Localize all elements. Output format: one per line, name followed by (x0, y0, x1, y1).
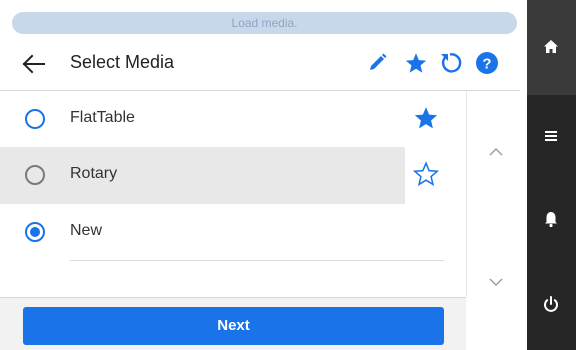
home-icon (544, 40, 558, 53)
next-button[interactable]: Next (23, 307, 444, 345)
star-icon (405, 53, 427, 73)
home-button[interactable] (539, 35, 563, 59)
chevron-down-icon[interactable] (489, 277, 503, 287)
menu-icon (545, 131, 557, 141)
chevron-up-icon[interactable] (489, 147, 503, 157)
list-item-new[interactable]: New (0, 204, 444, 261)
radio-unchecked-icon[interactable] (24, 164, 46, 186)
radio-unchecked-icon[interactable] (24, 108, 46, 130)
header: Select Media ? (0, 38, 520, 90)
svg-text:?: ? (482, 56, 491, 73)
notifications-button[interactable] (539, 207, 563, 231)
favorite-toggle[interactable] (405, 91, 444, 148)
back-button[interactable] (20, 51, 48, 77)
help-button[interactable]: ? (474, 50, 500, 76)
help-icon: ? (476, 52, 498, 74)
star-filled-icon (414, 107, 438, 129)
list-item-label: Rotary (70, 165, 118, 182)
list-item-rotary[interactable]: Rotary (0, 147, 444, 204)
status-message: Load media. (12, 12, 517, 34)
list-item-label: FlatTable (70, 109, 135, 126)
favorite-toggle[interactable] (405, 147, 444, 204)
scroll-controls (466, 91, 520, 297)
list-item-label: New (70, 222, 103, 239)
footer: Next (0, 297, 466, 350)
edit-button[interactable] (364, 50, 390, 76)
menu-button[interactable] (539, 124, 563, 148)
radio-checked-icon[interactable] (24, 221, 46, 243)
favorite-filter-button[interactable] (403, 50, 429, 76)
reset-button[interactable] (437, 50, 463, 76)
power-button[interactable] (539, 292, 563, 316)
row-divider (70, 260, 444, 261)
star-outline-icon (413, 161, 439, 186)
reset-icon (441, 53, 462, 73)
list-item-flattable[interactable]: FlatTable (0, 91, 444, 148)
page-title: Select Media (70, 52, 175, 72)
pencil-icon (370, 53, 387, 70)
bell-icon (545, 212, 557, 228)
sidebar (527, 0, 576, 350)
power-icon (544, 296, 558, 312)
media-list: FlatTable Rotary New (0, 91, 466, 297)
arrow-left-icon (22, 54, 45, 74)
